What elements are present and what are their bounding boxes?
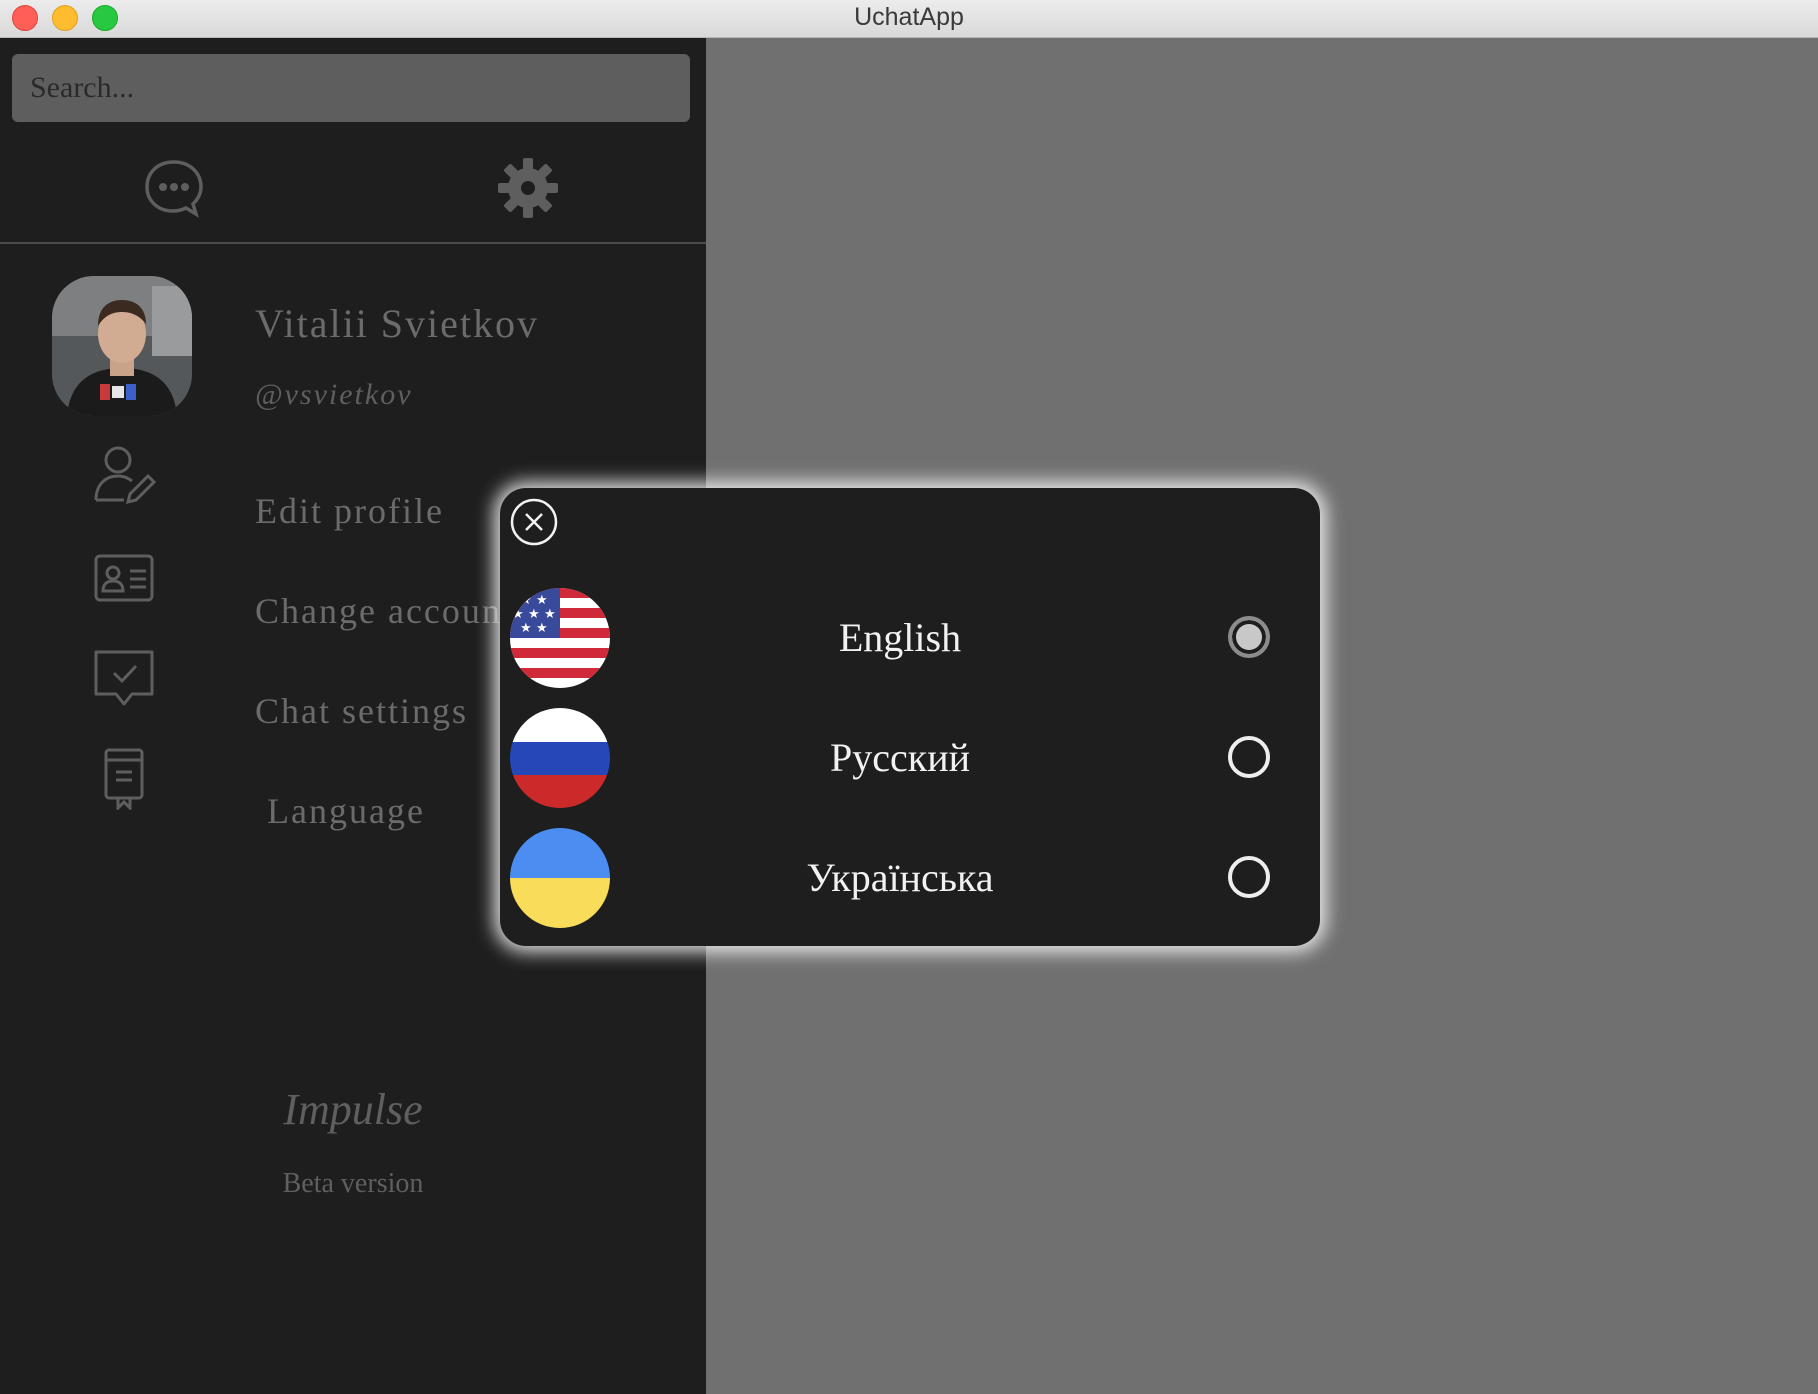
menu-chat-settings[interactable]: Chat settings [255, 690, 468, 732]
window-title: UchatApp [854, 3, 964, 31]
svg-text:★: ★ [536, 593, 548, 608]
language-radio-english[interactable] [1228, 616, 1270, 658]
search-input[interactable] [12, 54, 690, 122]
app-window: UchatApp Search... Vitalii Svietkov @vsv… [0, 0, 1818, 1394]
title-bar: UchatApp [0, 0, 1818, 38]
avatar[interactable] [52, 276, 192, 416]
language-option-russian[interactable]: Русский [500, 708, 1320, 812]
language-option-english[interactable]: ★ ★ ★ ★ ★ ★ ★ English [500, 588, 1320, 692]
menu-language[interactable]: Language [267, 790, 425, 832]
id-card-icon[interactable] [92, 546, 156, 610]
svg-text:★: ★ [536, 621, 548, 636]
russia-flag-icon [510, 708, 610, 808]
chat-check-icon[interactable] [92, 646, 156, 710]
language-label: English [838, 615, 962, 660]
gear-icon[interactable] [496, 156, 560, 220]
close-icon[interactable] [510, 498, 558, 546]
brand-name: Impulse [283, 1085, 423, 1134]
us-flag-icon: ★ ★ ★ ★ ★ ★ ★ [510, 588, 610, 688]
profile-handle: @vsvietkov [255, 378, 413, 411]
language-radio-russian[interactable] [1228, 736, 1270, 778]
svg-text:★: ★ [528, 607, 540, 622]
svg-text:★: ★ [520, 621, 532, 636]
menu-edit-profile[interactable]: Edit profile [255, 490, 444, 532]
svg-text:★: ★ [512, 607, 524, 622]
language-dialog: ★ ★ ★ ★ ★ ★ ★ English Русский Українська [500, 488, 1320, 946]
version-label: Beta version [282, 1168, 424, 1199]
chat-bubble-icon[interactable] [142, 156, 206, 220]
language-label: Українська [806, 855, 994, 900]
svg-text:★: ★ [544, 607, 556, 622]
ukraine-flag-icon [510, 828, 610, 928]
user-edit-icon[interactable] [92, 444, 156, 508]
nav-divider [0, 242, 706, 244]
language-label: Русский [830, 735, 970, 780]
svg-text:★: ★ [520, 593, 532, 608]
menu-change-account[interactable]: Change account [255, 590, 514, 632]
document-icon[interactable] [92, 746, 156, 810]
language-option-ukrainian[interactable]: Українська [500, 828, 1320, 932]
language-radio-ukrainian[interactable] [1228, 856, 1270, 898]
profile-name: Vitalii Svietkov [255, 301, 540, 346]
